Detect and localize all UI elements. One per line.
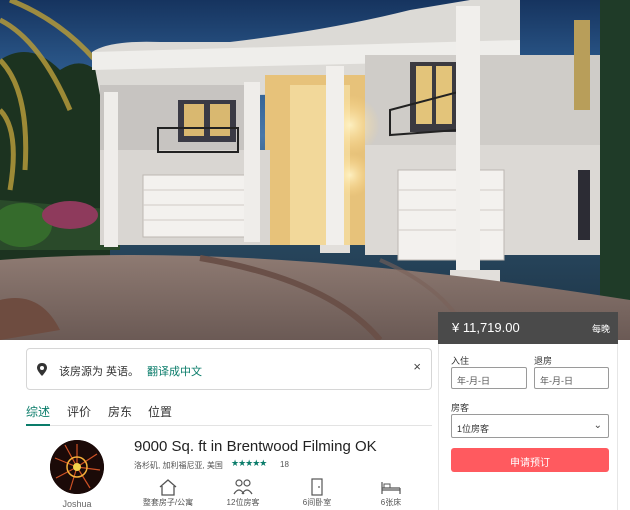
door-icon: [311, 478, 323, 496]
amenity-beds: 6张床: [359, 478, 423, 508]
amenity-home-type: 整套房子/公寓: [136, 478, 200, 508]
translate-link[interactable]: 翻译成中文: [147, 363, 202, 379]
checkin-date-field[interactable]: 年-月-日: [451, 367, 527, 389]
host-name[interactable]: Joshua: [52, 499, 102, 509]
tab-location[interactable]: 位置: [148, 403, 172, 420]
amenity-label: 6张床: [380, 498, 402, 507]
amenity-label: 整套房子/公寓: [142, 498, 194, 507]
price-bar: ¥ 11,719.00 每晚: [438, 312, 618, 344]
host-avatar-image: [50, 440, 104, 494]
translation-banner: 该房源为 英语。 翻译成中文 ×: [26, 348, 432, 390]
chevron-down-icon: ⌄: [593, 420, 602, 431]
amenity-bedrooms: 6间卧室: [285, 478, 349, 508]
guests-icon: [233, 479, 253, 495]
price-unit: 每晚: [591, 324, 610, 334]
checkout-date-field[interactable]: 年-月-日: [534, 367, 609, 389]
listing-title: 9000 Sq. ft in Brentwood Filming OK: [134, 438, 377, 455]
close-icon[interactable]: ×: [413, 359, 421, 375]
location-pin-icon: [37, 363, 47, 376]
rating-stars: ★★★★★: [231, 458, 267, 468]
tab-reviews[interactable]: 评价: [67, 403, 91, 420]
checkout-label: 退房: [534, 356, 553, 366]
request-booking-button[interactable]: 申请预订: [451, 448, 609, 472]
bed-icon: [381, 482, 401, 494]
house-icon: [159, 479, 177, 496]
tab-overview[interactable]: 综述: [26, 403, 50, 420]
host-avatar[interactable]: [50, 440, 104, 494]
guests-select[interactable]: 1位房客 ⌄: [451, 414, 609, 438]
listing-location[interactable]: 洛杉矶, 加利福尼亚, 美国: [134, 460, 223, 471]
review-count[interactable]: 18: [280, 460, 289, 469]
villa-photo-illustration: [0, 0, 630, 340]
tab-host[interactable]: 房东: [108, 403, 132, 420]
listing-tabs: 综述 评价 房东 位置: [26, 398, 432, 426]
guests-select-value: 1位房客: [457, 424, 490, 434]
listing-page: 该房源为 英语。 翻译成中文 × 综述 评价 房东 位置 Joshua 9000…: [0, 0, 630, 510]
active-tab-underline: [26, 424, 50, 426]
amenity-label: 6间卧室: [302, 498, 332, 507]
amenity-guests: 12位房客: [211, 478, 275, 508]
listing-photo[interactable]: [0, 0, 630, 340]
nightly-price: ¥ 11,719.00: [452, 320, 520, 335]
checkin-label: 入住: [451, 356, 470, 366]
amenity-label: 12位房客: [226, 498, 260, 507]
translation-notice: 该房源为 英语。: [59, 366, 140, 378]
guests-label: 房客: [451, 403, 470, 413]
